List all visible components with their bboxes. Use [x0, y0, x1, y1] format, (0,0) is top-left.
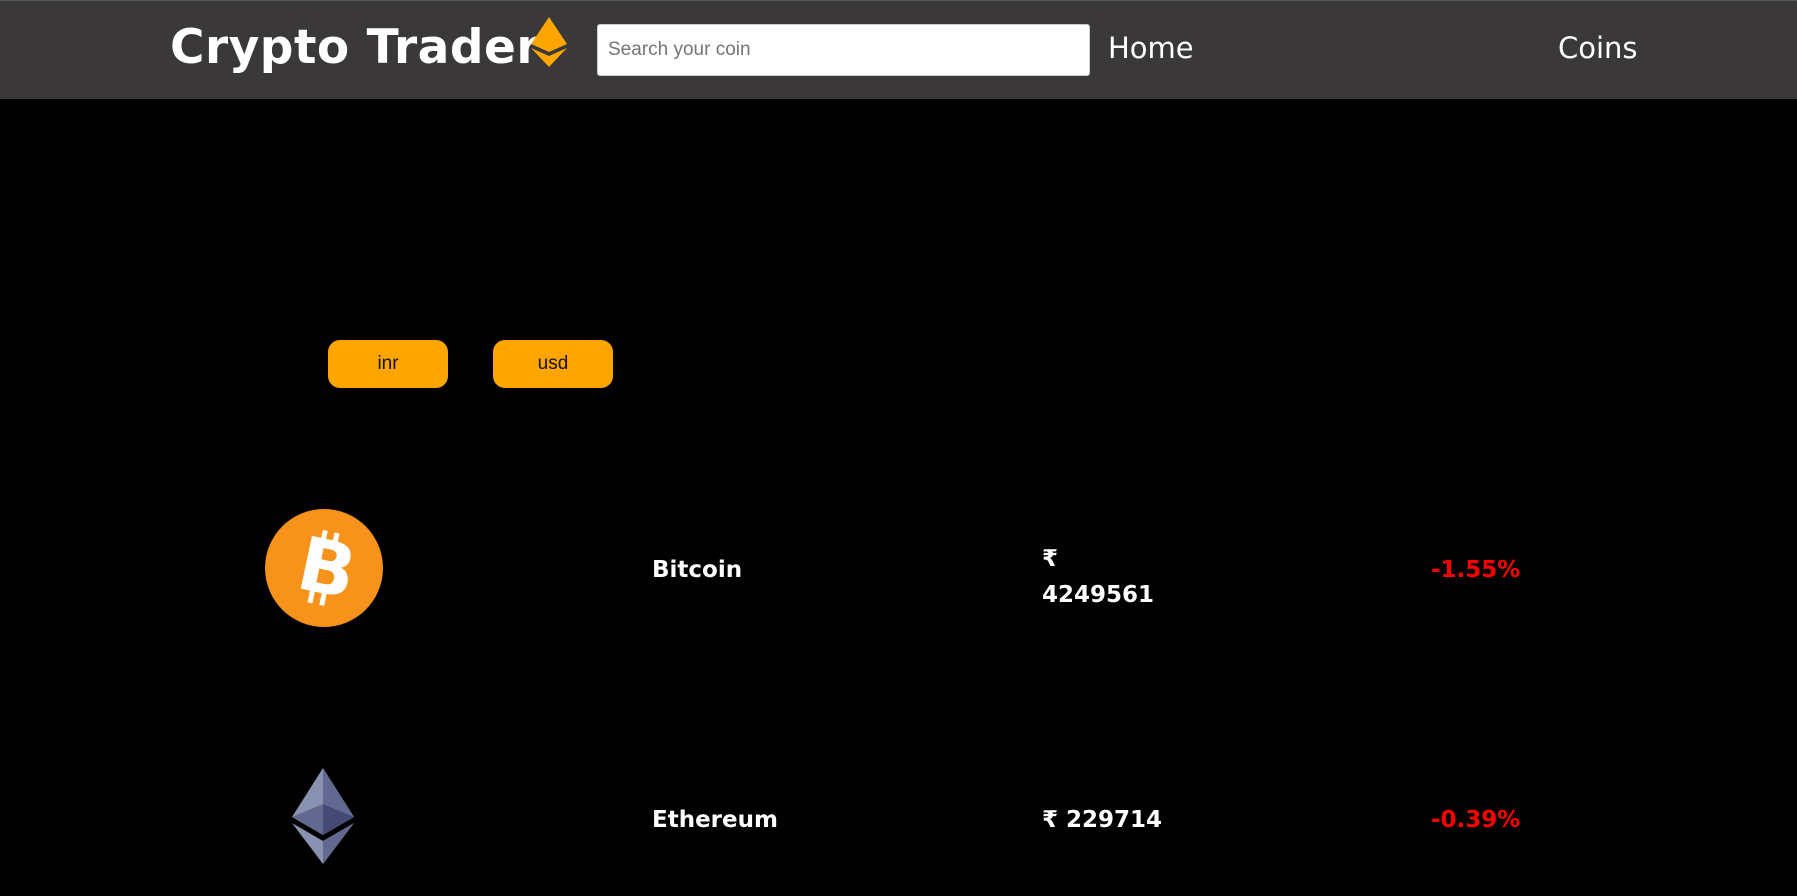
coin-change-percent: -1.55% — [1431, 557, 1521, 583]
coin-change-percent: -0.39% — [1431, 807, 1521, 833]
currency-symbol: ₹ — [1042, 807, 1059, 833]
coin-price: ₹ 229714 — [1042, 807, 1162, 833]
navbar: Crypto Trader Home Coins — [0, 0, 1797, 99]
currency-symbol: ₹ — [1042, 546, 1059, 572]
bitcoin-icon: B — [265, 509, 383, 627]
coin-row-ethereum[interactable]: Ethereum ₹ 229714 -0.39% — [0, 768, 1797, 868]
coin-row-bitcoin[interactable]: B Bitcoin ₹ 4249561 -1.55% — [0, 509, 1797, 629]
currency-usd-button[interactable]: usd — [493, 340, 613, 388]
currency-inr-button[interactable]: inr — [328, 340, 448, 388]
price-value: 229714 — [1066, 807, 1163, 833]
price-value: 4249561 — [1042, 582, 1155, 608]
brand-title[interactable]: Crypto Trader — [170, 18, 540, 78]
nav-coins-link[interactable]: Coins — [1558, 28, 1638, 68]
search-input[interactable] — [597, 24, 1090, 76]
ethereum-diamond-icon — [531, 17, 567, 67]
coin-name: Bitcoin — [652, 557, 743, 583]
coin-price: ₹ 4249561 — [1042, 541, 1162, 613]
nav-home-link[interactable]: Home — [1108, 28, 1194, 68]
coin-name: Ethereum — [652, 807, 778, 833]
ethereum-icon — [292, 768, 354, 864]
